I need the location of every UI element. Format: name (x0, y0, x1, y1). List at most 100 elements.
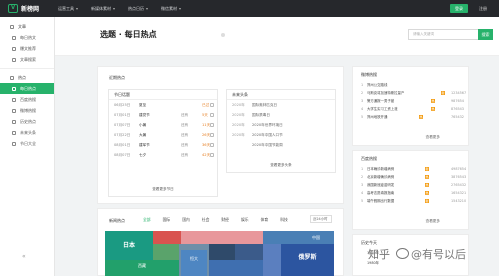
weibo-row[interactable]: 4 大学生实习工资上涨 热 876543 (353, 105, 468, 113)
rank-text: 郑州地铁开通 (367, 115, 388, 119)
tab-all[interactable]: 全部 (143, 216, 151, 224)
festival-row[interactable]: 07月07日 小暑 还有 11天 (109, 120, 217, 130)
new-badge: 新 (441, 91, 445, 95)
time-range-select[interactable]: 近24小时 (310, 215, 332, 223)
register-button[interactable]: 注册 (472, 4, 494, 13)
sidebar-item-article-search[interactable]: 文章搜索 (0, 54, 54, 65)
topnav-item-tools[interactable]: 运营工具 (58, 6, 78, 12)
sidebar-item-weibo-hot[interactable]: 微博热搜 (0, 105, 54, 116)
calendar-icon (210, 153, 214, 157)
more-headlines-link[interactable]: 查看更多头条 (227, 163, 335, 168)
festival-date: 07月01日 (114, 113, 131, 117)
weibo-row[interactable]: 1 郑州公交路线 (353, 81, 468, 89)
hot-badge: 热 (425, 175, 429, 179)
hot-badge: 热 (425, 183, 429, 187)
treemap-tile[interactable] (209, 260, 263, 276)
more-festivals-link[interactable]: 查看更多节日 (109, 187, 217, 192)
topnav-item-wechat[interactable]: 微信素材 (161, 6, 181, 12)
panel-title: 百度热搜 (361, 156, 377, 161)
rank-text: 高考志愿填报指南 (367, 191, 395, 195)
rank-value: 2765432 (451, 183, 467, 187)
search-input[interactable]: 请输入关键词 (408, 29, 478, 40)
baidu-row[interactable]: 5 端午假期出行数据 新 1543210 (353, 197, 468, 205)
news-icon (12, 130, 16, 135)
festival-name: 建党节 (139, 113, 150, 117)
treemap-tile-china[interactable]: 中国 (263, 231, 334, 244)
festival-row[interactable]: 07月22日 大暑 还有 26天 (109, 130, 217, 140)
tile-label: 日本 (122, 242, 135, 249)
weibo-row[interactable]: 2 马斯克将加速特斯拉量产 新 1234567 (353, 89, 468, 97)
search-button[interactable]: 搜索 (478, 29, 493, 40)
treemap-tile[interactable] (153, 244, 179, 260)
sidebar-section-hot[interactable]: 热点 (0, 72, 54, 83)
tab-domestic[interactable]: 国内 (182, 216, 190, 224)
headline-row[interactable]: 2020年 国际禁毒日 (227, 110, 335, 120)
flame-icon (10, 75, 14, 80)
calendar-icon (210, 143, 214, 147)
festival-row[interactable]: 06月25日 夏至 已过 (109, 100, 217, 110)
sidebar-item-label: 每日热点 (20, 85, 36, 91)
festival-panel: 节日话题 06月25日 夏至 已过 07月01日 建党节 还有 5天 07月07… (108, 89, 218, 197)
sidebar-collapse-button[interactable]: « (22, 253, 26, 260)
festival-days: 11天 (202, 123, 211, 127)
treemap-tile-japan[interactable]: 日本 (105, 231, 153, 260)
sidebar-item-baidu-hot[interactable]: 百度热搜 (0, 94, 54, 105)
treemap-tile[interactable] (153, 231, 181, 244)
headline-text: 2020年世界环境日 (252, 123, 283, 127)
festival-row[interactable]: 08月07日 七夕 还有 42天 (109, 150, 217, 160)
rank-value: 3876543 (451, 175, 467, 179)
sidebar-item-holidays[interactable]: 节日大全 (0, 138, 54, 149)
baidu-row[interactable]: 4 高考志愿填报指南 热 1654321 (353, 189, 468, 197)
zhihu-logo-icon (396, 248, 409, 259)
weibo-more-link[interactable]: 查看更多 (353, 135, 468, 140)
treemap-tile[interactable] (263, 244, 281, 276)
sidebar-item-label: 节日大全 (20, 140, 36, 146)
login-button[interactable]: 登录 (450, 4, 468, 13)
brand-name: 新榜网 (21, 6, 40, 13)
treemap-tile-russia[interactable]: 俄罗斯 (281, 244, 334, 276)
tile-label: 中国 (312, 235, 320, 240)
weibo-row[interactable]: 5 郑州地铁开通 热 765432 (353, 113, 468, 121)
headline-row[interactable]: 2020年 国际奥林匹克日 (227, 100, 335, 110)
baidu-row[interactable]: 3 我国新冠疫苗研发 热 2765432 (353, 181, 468, 189)
treemap-tile-tibet[interactable]: 西藏 (105, 260, 179, 276)
sidebar-section-articles[interactable]: 文章 (0, 21, 54, 32)
sidebar-item-future-headlines[interactable]: 未来头条 (0, 127, 54, 138)
headline-year: 2020年 (232, 103, 245, 107)
brand-logo[interactable]: V 新榜网 (8, 3, 39, 14)
baidu-more-link[interactable]: 查看更多 (353, 219, 468, 224)
rank-number: 4 (361, 107, 364, 111)
baidu-row[interactable]: 2 北京新增确诊病例 热 3876543 (353, 173, 468, 181)
tab-finance[interactable]: 财经 (221, 216, 229, 224)
tab-sports[interactable]: 体育 (261, 216, 269, 224)
baidu-row[interactable]: 1 日本确诊新增病例 新 4987654 (353, 165, 468, 173)
treemap-tile[interactable] (209, 244, 235, 260)
tab-tech[interactable]: 科技 (280, 216, 288, 224)
treemap-tile[interactable] (181, 231, 263, 244)
topnav-item-material[interactable]: 新媒体素材 (91, 6, 115, 12)
sidebar-item-daily-articles[interactable]: 每日热文 (0, 32, 54, 43)
tile-label: 俄罗斯 (298, 254, 317, 261)
weibo-row[interactable]: 3 警方通报一男子被 热 987654 (353, 97, 468, 105)
sidebar-item-viral-articles[interactable]: 爆文推荐 (0, 43, 54, 54)
sidebar-item-history-hot[interactable]: 历史热点 (0, 116, 54, 127)
headline-row[interactable]: 2020年中国节能周 (227, 140, 335, 150)
fire-icon (12, 46, 16, 51)
sidebar-item-daily-hot[interactable]: 每日热点 (0, 83, 54, 94)
tab-entertainment[interactable]: 娱乐 (241, 216, 249, 224)
tab-international[interactable]: 国际 (163, 216, 171, 224)
festival-name: 大暑 (139, 133, 147, 137)
rank-number: 1 (361, 167, 364, 171)
treemap-tile-evergrande[interactable]: 恒大 (181, 250, 207, 276)
festival-row[interactable]: 07月01日 建党节 还有 5天 (109, 110, 217, 120)
help-icon[interactable] (221, 33, 225, 37)
baidu-hot-panel: 百度热搜 1 日本确诊新增病例新 4987654 2 北京新增确诊病例热 3876543… (352, 150, 469, 230)
headline-row[interactable]: 2020年 2020年世界环境日 (227, 120, 335, 130)
treemap-tile[interactable] (235, 244, 263, 260)
headline-row[interactable]: 2020年 2020年中国人口节 (227, 130, 335, 140)
festival-days: 42天 (202, 153, 211, 157)
topnav-item-calendar[interactable]: 热点日历 (128, 6, 148, 12)
festival-date: 07月22日 (114, 133, 131, 137)
festival-row[interactable]: 08月01日 建军节 还有 36天 (109, 140, 217, 150)
tab-society[interactable]: 社会 (202, 216, 210, 224)
